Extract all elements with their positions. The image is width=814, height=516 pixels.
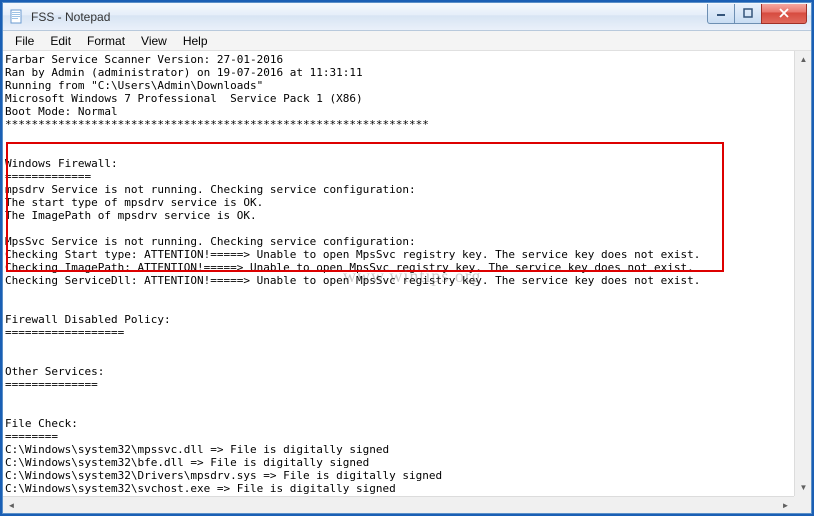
- close-button[interactable]: [761, 4, 807, 24]
- title-bar[interactable]: FSS - Notepad: [3, 3, 811, 31]
- window-controls: [708, 4, 807, 24]
- text-editor[interactable]: Farbar Service Scanner Version: 27-01-20…: [5, 53, 793, 495]
- menu-file[interactable]: File: [7, 32, 42, 50]
- scroll-corner: [794, 496, 811, 513]
- menu-bar: File Edit Format View Help: [3, 31, 811, 51]
- window-title: FSS - Notepad: [31, 10, 110, 24]
- menu-view[interactable]: View: [133, 32, 175, 50]
- minimize-button[interactable]: [707, 4, 735, 24]
- scroll-up-button[interactable]: ▲: [795, 51, 811, 68]
- log-policy-section: Firewall Disabled Policy: ==============…: [5, 313, 171, 339]
- menu-help[interactable]: Help: [175, 32, 216, 50]
- scroll-right-button[interactable]: ►: [777, 497, 794, 513]
- content-area: Farbar Service Scanner Version: 27-01-20…: [3, 51, 811, 513]
- notepad-window: FSS - Notepad File Edit Format View Help…: [2, 2, 812, 514]
- horizontal-scrollbar[interactable]: ◄ ►: [3, 496, 794, 513]
- maximize-button[interactable]: [734, 4, 762, 24]
- log-header: Farbar Service Scanner Version: 27-01-20…: [5, 53, 429, 131]
- log-filecheck-section: File Check: ======== C:\Windows\system32…: [5, 417, 442, 495]
- app-icon: [9, 9, 25, 25]
- scroll-down-button[interactable]: ▼: [795, 479, 811, 496]
- vertical-scrollbar[interactable]: ▲ ▼: [794, 51, 811, 496]
- log-firewall-section: Windows Firewall: ============= mpsdrv S…: [5, 157, 700, 287]
- scroll-left-button[interactable]: ◄: [3, 497, 20, 513]
- log-other-section: Other Services: ==============: [5, 365, 104, 391]
- menu-format[interactable]: Format: [79, 32, 133, 50]
- menu-edit[interactable]: Edit: [42, 32, 79, 50]
